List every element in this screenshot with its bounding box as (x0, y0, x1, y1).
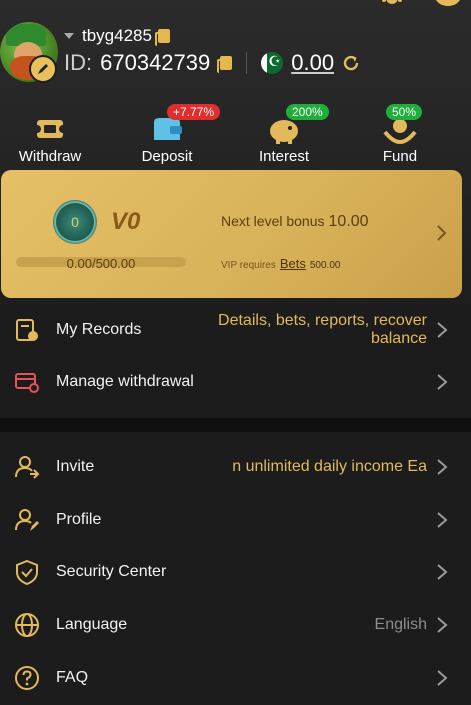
faq-row[interactable]: FAQ (0, 652, 471, 704)
chevron-right-icon (437, 374, 448, 390)
globe-icon (15, 613, 39, 637)
vip-level: V0 (111, 208, 141, 235)
divider (246, 52, 248, 74)
security-center-label: Security Center (56, 563, 167, 580)
withdraw-button[interactable]: Withdraw (0, 108, 100, 165)
vip-requirement: VIP requires Bets 500.00 (221, 256, 340, 271)
chevron-right-icon (437, 225, 447, 241)
next-level-label: Next level bonus (221, 213, 325, 229)
language-row[interactable]: Language English (0, 599, 471, 651)
profile-row[interactable]: Profile (0, 494, 471, 546)
chat-icon[interactable] (433, 0, 463, 14)
vip-req-bets-link[interactable]: Bets (280, 256, 306, 271)
chevron-right-icon (437, 670, 448, 686)
invite-icon (15, 456, 40, 479)
id-balance-row: ID: 670342739 0.00 (64, 50, 360, 76)
language-value: English (374, 616, 427, 633)
next-level-value: 10.00 (328, 213, 369, 230)
chevron-right-icon (437, 322, 448, 338)
vip-req-amount: 500.00 (309, 260, 341, 271)
records-icon (16, 319, 38, 341)
vip-progress-text: 0.00/500.00 (66, 256, 136, 271)
id-label: ID: (64, 50, 93, 75)
balance-amount[interactable]: 0.00 (291, 50, 334, 76)
vip-card[interactable]: 0 V0 0.00/500.00 Next level bonus 10.00 V… (1, 170, 462, 298)
interest-label: Interest (258, 148, 310, 165)
fund-button[interactable]: 50% Fund (350, 104, 450, 165)
invite-marquee: n unlimited daily income Ea (232, 458, 427, 475)
language-label: Language (56, 616, 128, 633)
card-gear-icon (15, 373, 39, 393)
vip-req-label: VIP requires (221, 260, 276, 271)
invite-row[interactable]: Invite n unlimited daily income Ea (0, 441, 471, 493)
username: tbyg4285 (82, 26, 152, 45)
faq-label: FAQ (56, 669, 89, 686)
interest-badge: 200% (286, 104, 329, 120)
fund-badge: 50% (386, 104, 423, 120)
copy-id-icon[interactable] (217, 56, 233, 73)
security-center-row[interactable]: Security Center (0, 546, 471, 598)
manage-withdrawal-row[interactable]: Manage withdrawal (0, 356, 471, 408)
next-level-bonus: Next level bonus 10.00 (221, 213, 369, 231)
chevron-right-icon (437, 564, 448, 580)
section-divider (0, 418, 471, 432)
customer-service-icon[interactable] (377, 0, 407, 14)
manage-withdrawal-label: Manage withdrawal (56, 373, 194, 390)
my-records-label: My Records (56, 321, 142, 338)
chevron-right-icon (437, 459, 448, 475)
pakistan-flag-icon (261, 52, 284, 74)
profile-icon (15, 509, 39, 531)
ticket-icon (34, 120, 66, 138)
deposit-button[interactable]: +7.77% Deposit (117, 104, 221, 165)
shield-icon (16, 559, 38, 585)
top-icons (377, 0, 463, 14)
deposit-label: Deposit (141, 148, 193, 165)
invite-label: Invite (56, 458, 95, 475)
my-records-value: Details, bets, reports, recover balance (218, 312, 427, 347)
fund-label: Fund (382, 148, 418, 165)
interest-button[interactable]: 200% Interest (234, 104, 334, 165)
quick-actions: Withdraw +7.77% Deposit 200% Interest 50… (0, 104, 471, 168)
chevron-right-icon (437, 512, 448, 528)
edit-avatar-icon[interactable] (29, 55, 57, 83)
deposit-badge: +7.77% (167, 104, 221, 120)
chevron-down-icon[interactable] (64, 33, 74, 39)
withdraw-label: Withdraw (18, 148, 82, 165)
my-records-row[interactable]: My Records Details, bets, reports, recov… (0, 302, 471, 358)
vip-medal-icon: 0 (53, 200, 97, 244)
question-icon (15, 666, 39, 690)
chevron-right-icon (437, 617, 448, 633)
profile-label: Profile (56, 511, 102, 528)
copy-username-icon[interactable] (154, 29, 170, 46)
refresh-icon[interactable] (342, 54, 360, 72)
user-id: 670342739 (100, 50, 211, 75)
username-row: tbyg4285 (64, 26, 170, 46)
